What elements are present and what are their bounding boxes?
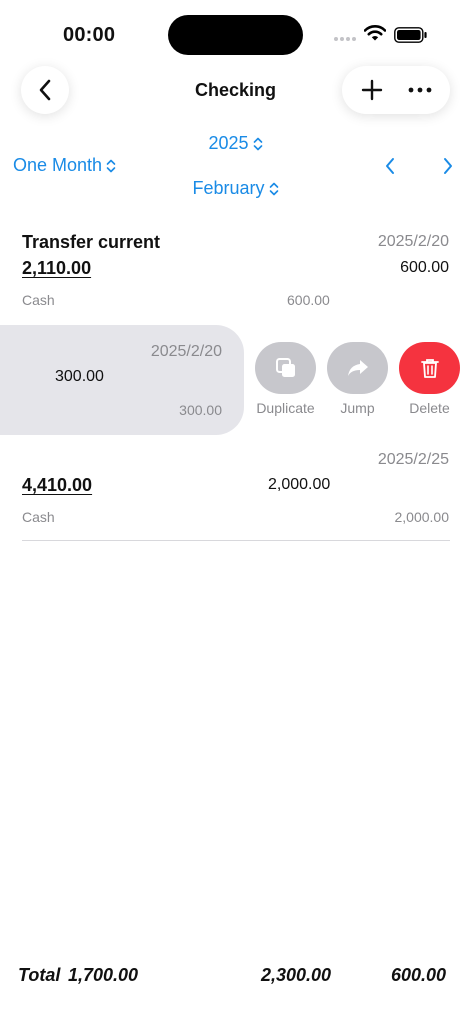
transaction-sub-amount: 600.00 (287, 292, 330, 308)
delete-label: Delete (409, 400, 450, 416)
chevron-up-down-icon (106, 159, 116, 173)
wifi-icon (364, 25, 386, 41)
year-picker[interactable]: 2025 (0, 133, 471, 154)
total-first: 1,700.00 (68, 965, 139, 985)
duplicate-icon (275, 358, 295, 377)
transaction-sub-amount: 300.00 (179, 402, 222, 418)
trash-icon (420, 359, 439, 378)
delete-circle (399, 342, 460, 394)
battery-icon (394, 27, 427, 43)
transaction-date: 2025/2/25 (377, 451, 449, 468)
transaction-balance: 4,410.00 (22, 475, 93, 495)
previous-period-button[interactable] (380, 155, 400, 177)
transaction-date: 2025/2/20 (150, 343, 222, 360)
plus-icon (361, 79, 383, 101)
transaction-amount: 2,000.00 (268, 476, 331, 493)
cellular-signal-icon (334, 37, 356, 41)
transaction-amount: 600.00 (400, 259, 449, 276)
jump-circle (327, 342, 388, 394)
transaction-date: 2025/2/20 (377, 233, 449, 250)
total-second: 2,300.00 (261, 965, 332, 985)
dynamic-island (168, 15, 303, 55)
chevron-up-down-icon (269, 182, 278, 196)
duplicate-label: Duplicate (256, 400, 315, 416)
status-bar: 00:00 (0, 0, 471, 70)
transaction-account: Cash (22, 292, 55, 308)
transaction-account: Cash (22, 509, 55, 525)
jump-label: Jump (340, 400, 375, 416)
transaction-row-swiped[interactable]: 2025/2/20 300.00 300.00 (0, 325, 244, 435)
total-third: 600.00 (391, 965, 447, 985)
total-bar: Total 1,700.00 2,300.00 600.00 (0, 962, 471, 992)
range-value: One Month (13, 155, 103, 175)
jump-button[interactable]: Jump (327, 342, 388, 416)
year-value: 2025 (208, 133, 249, 153)
chevron-right-icon (444, 158, 452, 174)
transaction-balance: 2,110.00 (22, 258, 92, 278)
share-arrow-icon (347, 360, 368, 376)
month-value: February (192, 178, 265, 198)
month-picker[interactable]: February (0, 178, 471, 199)
chevron-left-icon (386, 158, 394, 174)
transaction-title: Transfer current (22, 232, 161, 252)
add-button[interactable] (352, 70, 392, 110)
chevron-up-down-icon (253, 137, 262, 151)
duplicate-button[interactable]: Duplicate (255, 342, 316, 416)
divider (22, 540, 450, 541)
total-label: Total (18, 965, 61, 985)
transaction-sub-amount: 2,000.00 (394, 509, 450, 525)
ellipsis-icon (408, 87, 432, 93)
transaction-amount: 300.00 (55, 368, 104, 385)
more-button[interactable] (400, 70, 440, 110)
next-period-button[interactable] (438, 155, 458, 177)
delete-button[interactable]: Delete (399, 342, 460, 416)
nav-actions (342, 66, 450, 114)
duplicate-circle (255, 342, 316, 394)
status-time: 00:00 (63, 24, 116, 46)
range-picker[interactable]: One Month (13, 155, 116, 176)
